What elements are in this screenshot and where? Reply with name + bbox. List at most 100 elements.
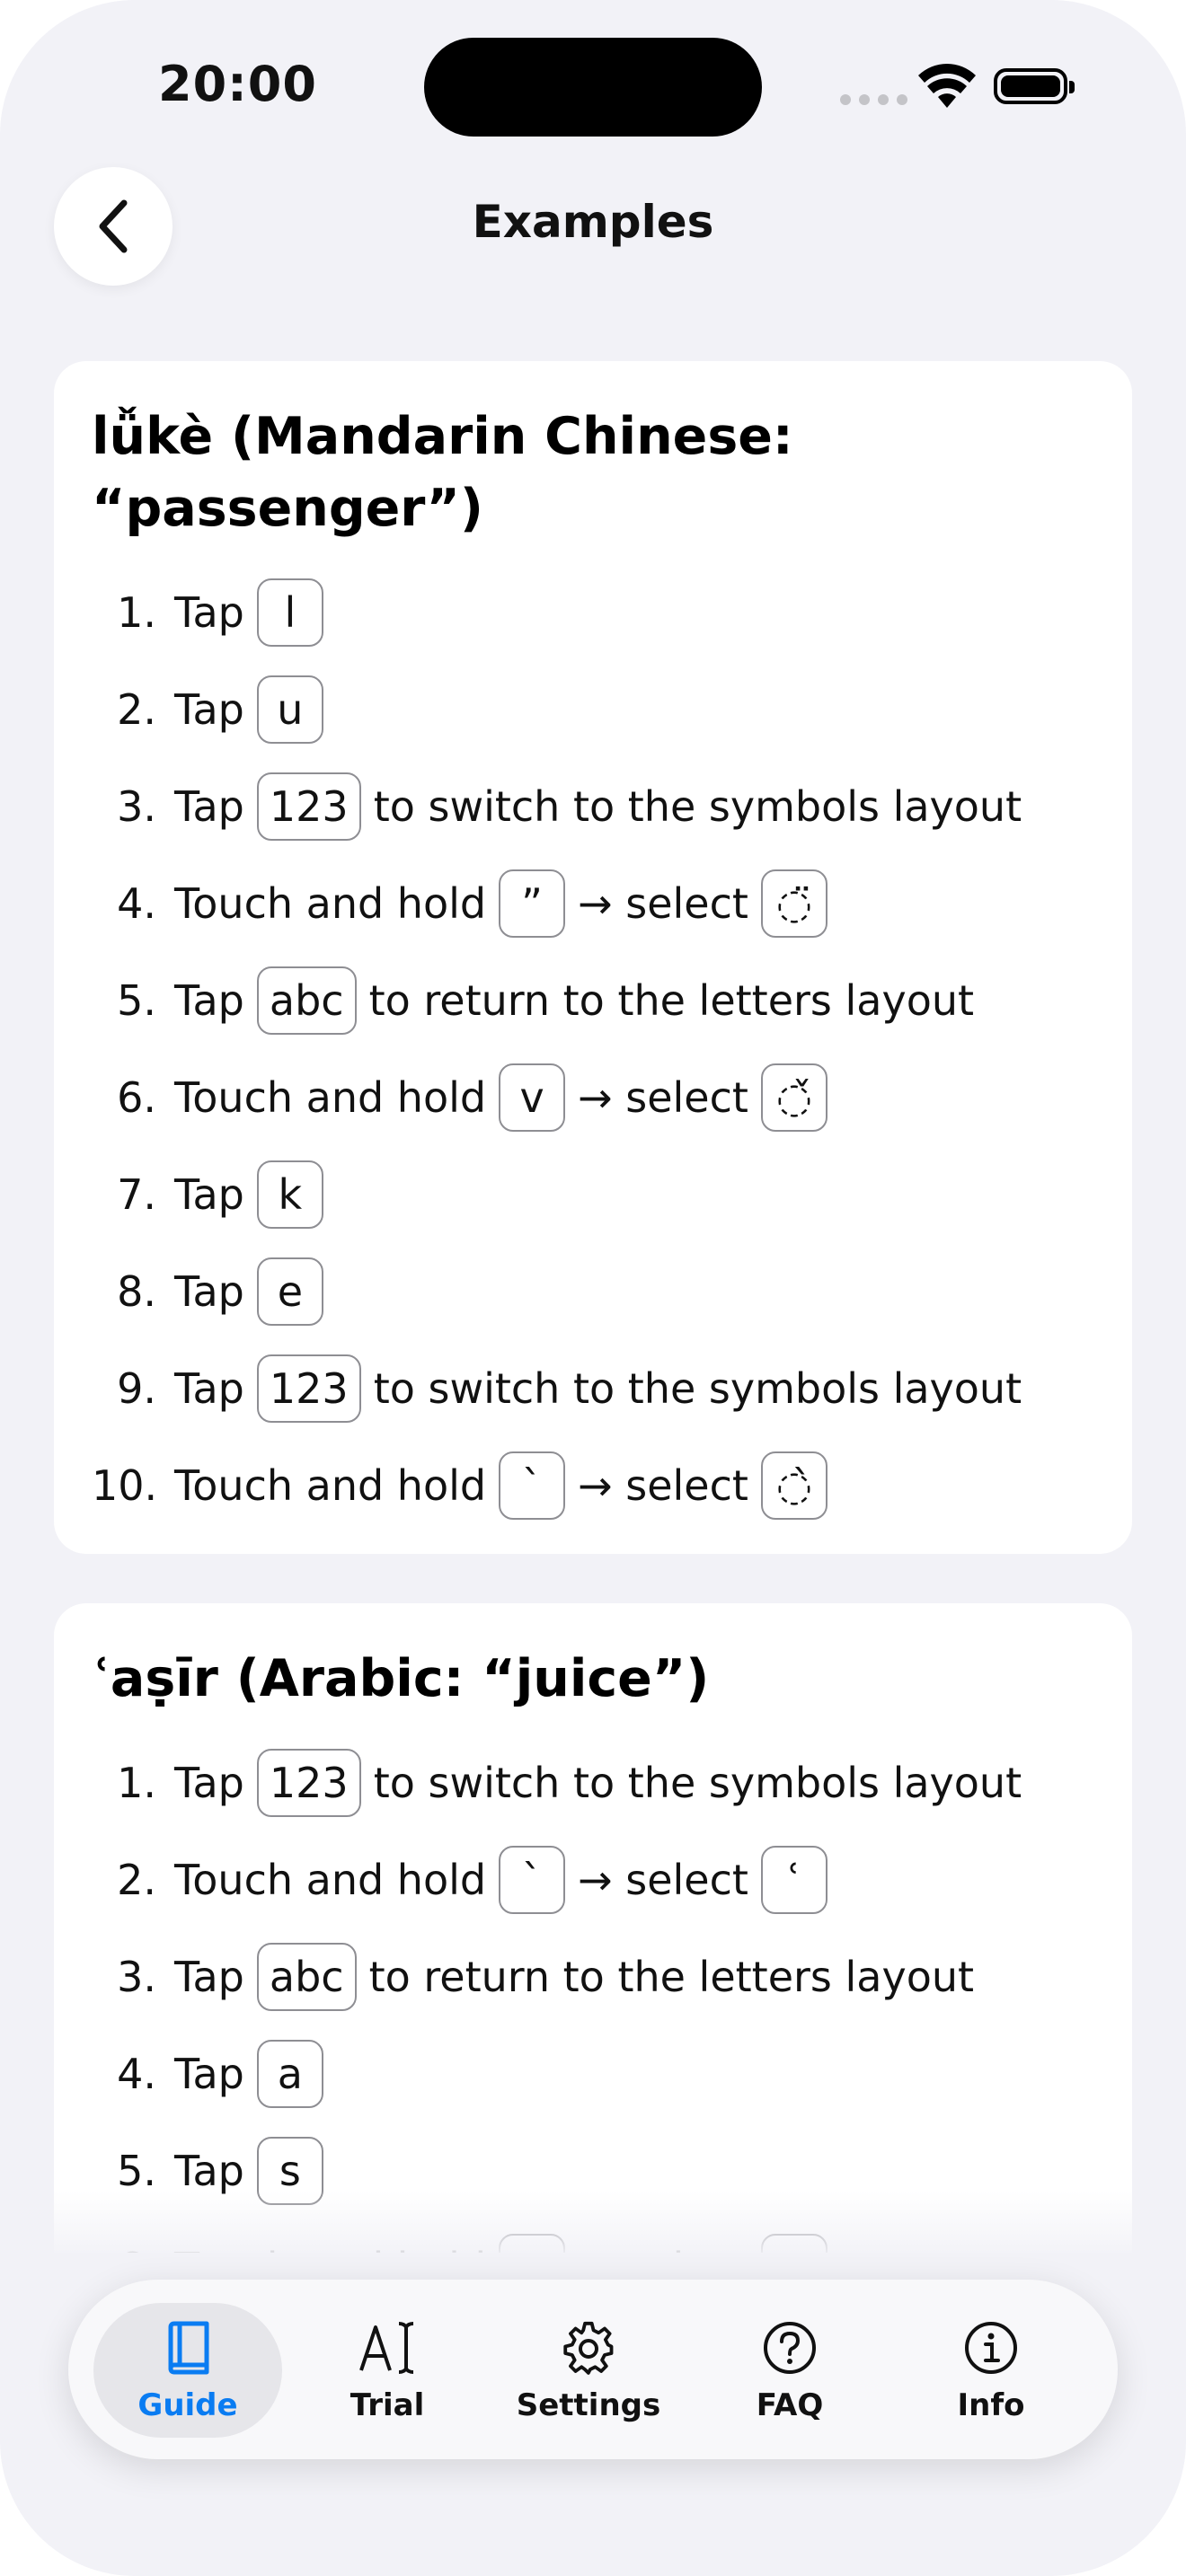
page-title: Examples (472, 196, 714, 248)
step-item: 2. Touch and hold ` → select ʿ (92, 1831, 1096, 1928)
step-text: Tap (174, 1267, 244, 1316)
step-text: → select (578, 1073, 748, 1122)
tab-label: Trial (350, 2387, 425, 2423)
step-number: 5. (117, 976, 156, 1025)
tab-faq[interactable]: FAQ (695, 2303, 884, 2438)
step-number: 1. (117, 588, 156, 637)
step-text: Tap (174, 782, 244, 831)
step-number: 3. (117, 1953, 156, 2001)
example-title: lǚkè (Mandarin Chinese: “passenger”) (92, 407, 793, 538)
step-number: 3. (117, 782, 156, 831)
step-text: Tap (174, 1759, 244, 1807)
step-item: 6. Touch and hold v → select ◌̌ (92, 1049, 1096, 1146)
keycap: e (256, 1257, 323, 1326)
step-number: 2. (117, 685, 156, 734)
keycap: u (256, 675, 323, 744)
info-circle-icon (963, 2319, 1019, 2377)
gear-icon (561, 2319, 616, 2377)
step-item: 8. Tap e (92, 1243, 1096, 1340)
step-text: to switch to the symbols layout (373, 782, 1022, 831)
keycap: 123 (256, 1354, 361, 1423)
step-text: Touch and hold (174, 879, 487, 928)
text-cursor-icon (358, 2319, 417, 2377)
device-screen: 20:00 Examples lǚkè (Mandarin Chinese: “… (0, 0, 1186, 2576)
tab-guide[interactable]: Guide (93, 2303, 282, 2438)
example-card: lǚkè (Mandarin Chinese: “passenger”) 1. T… (54, 361, 1132, 1554)
example-card: ʿaṣīr (Arabic: “juice”) 1. Tap 123 to switc… (54, 1603, 1132, 2253)
keycap: ◌̌ (760, 1063, 828, 1132)
tab-trial[interactable]: Trial (293, 2303, 482, 2438)
step-text: → select (578, 1461, 748, 1510)
step-number: 5. (117, 2147, 156, 2195)
tab-label: FAQ (756, 2387, 824, 2423)
keycap: k (256, 1160, 323, 1229)
step-text: Tap (174, 1364, 244, 1413)
step-text: Tap (174, 685, 244, 734)
step-text: to return to the letters layout (368, 976, 975, 1025)
keycap: ◌̀ (760, 1451, 828, 1520)
keycap: abc (256, 1943, 357, 2011)
keycap: v (499, 1063, 566, 1132)
step-list: 1. Tap l 2. Tap u 3. Tap 123 to switch to the sym… (92, 564, 1096, 1534)
step-text: to switch to the symbols layout (373, 1759, 1022, 1807)
step-text: Touch and hold (174, 1461, 487, 1510)
step-number: 6. (117, 1073, 156, 1122)
keycap: 123 (256, 1749, 361, 1817)
examples-scroll-view[interactable]: lǚkè (Mandarin Chinese: “passenger”) 1. T… (0, 332, 1186, 2253)
step-item: 2. Tap u (92, 661, 1096, 758)
step-number: 4. (117, 879, 156, 928)
step-text: Tap (174, 1170, 244, 1219)
step-text: to return to the letters layout (368, 1953, 975, 2001)
step-item: 4. Touch and hold” → select ◌̈ (92, 855, 1096, 952)
step-text: Tap (174, 976, 244, 1025)
keycap: a (256, 2040, 323, 2108)
step-list: 1. Tap 123 to switch to the symbols layout 2… (92, 1734, 1096, 2253)
keycap: 123 (256, 772, 361, 841)
step-text: Tap (174, 2147, 244, 2195)
tab-label: Guide (137, 2387, 238, 2423)
step-item: 5. Tap abc to return to the letters layout (92, 952, 1096, 1049)
keycap: ◌̈ (760, 869, 828, 938)
status-time: 20:00 (158, 56, 317, 112)
step-text: Touch and hold (174, 1856, 487, 1904)
keycap: abc (256, 966, 357, 1035)
keycap: ʿ (760, 1846, 828, 1914)
step-number: 1. (117, 1759, 156, 1807)
cellular-signal-icon (840, 94, 907, 105)
keycap: l (256, 578, 323, 647)
battery-icon (994, 68, 1075, 104)
step-number: 9. (117, 1364, 156, 1413)
step-item: 9. Tap 123 to switch to the symbols layout (92, 1340, 1096, 1437)
step-number: 7. (117, 1170, 156, 1219)
step-item: 7. Tap k (92, 1146, 1096, 1243)
step-number: 10. (92, 1461, 158, 1510)
step-item: 10. Touch and hold ` → select ◌̀ (92, 1437, 1096, 1534)
step-item: 3. Tap 123 to switch to the symbols layout (92, 758, 1096, 855)
example-title: ʿaṣīr (Arabic: “juice”) (92, 1649, 710, 1708)
step-text: Tap (174, 1953, 244, 2001)
step-text: Tap (174, 2050, 244, 2098)
step-item: 4. Tap a (92, 2025, 1096, 2122)
keycap: ` (499, 1451, 566, 1520)
step-text: Touch and hold (174, 1073, 487, 1122)
tab-bar: Guide Trial Settings FAQ Info (68, 2280, 1118, 2459)
step-text: Tap (174, 588, 244, 637)
step-text: → select (578, 879, 748, 928)
wifi-icon (918, 64, 976, 108)
step-item: 1. Tap l (92, 564, 1096, 661)
tab-settings[interactable]: Settings (494, 2303, 683, 2438)
question-circle-icon (762, 2319, 818, 2377)
tab-label: Settings (516, 2387, 661, 2423)
step-item: 1. Tap 123 to switch to the symbols layout (92, 1734, 1096, 1831)
tab-label: Info (957, 2387, 1025, 2423)
keycap: ” (499, 869, 566, 938)
book-icon (164, 2319, 212, 2377)
tab-info[interactable]: Info (897, 2303, 1085, 2438)
step-number: 8. (117, 1267, 156, 1316)
step-number: 4. (117, 2050, 156, 2098)
keycap: ` (499, 1846, 566, 1914)
step-number: 2. (117, 1856, 156, 1904)
dynamic-island (424, 38, 762, 137)
step-item: 3. Tap abc to return to the letters layout (92, 1928, 1096, 2025)
scroll-edge-fade (0, 2192, 1186, 2254)
